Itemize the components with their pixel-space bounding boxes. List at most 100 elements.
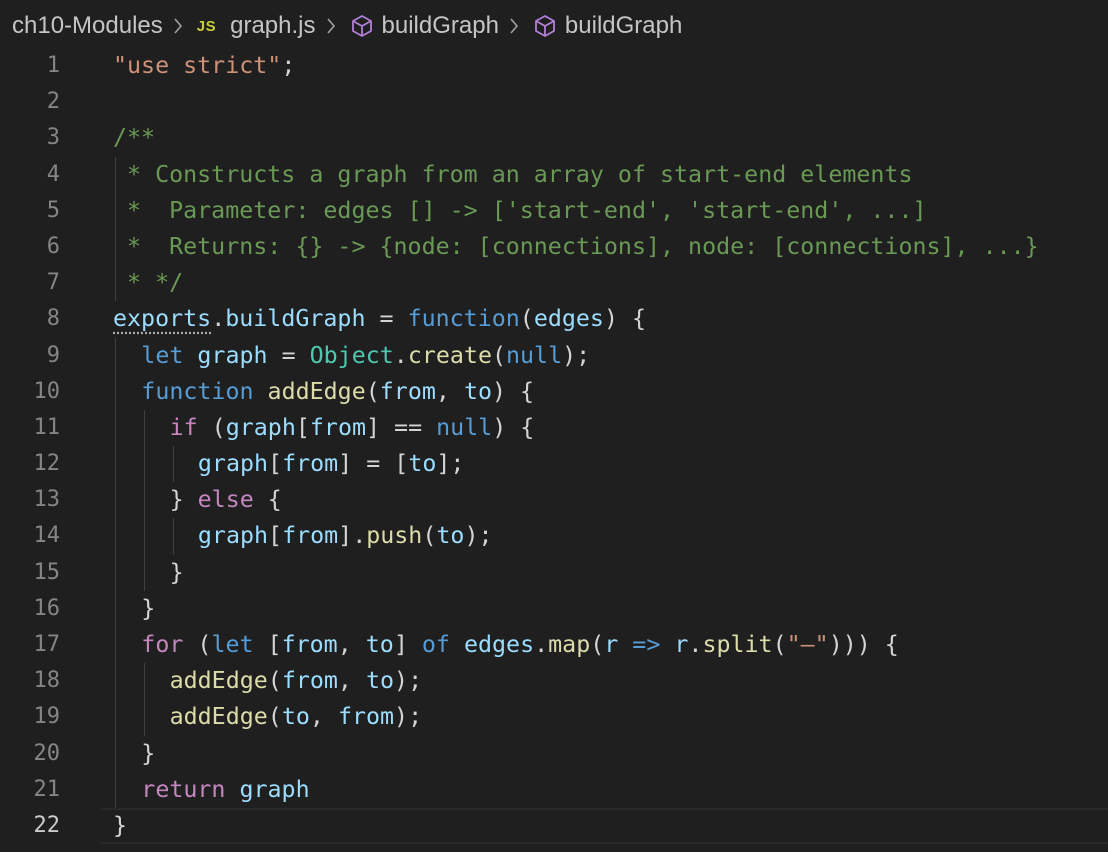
code-line[interactable]: 8 exports.buildGraph = function(edges) { <box>0 301 1108 337</box>
line-code: exports.buildGraph = function(edges) { <box>113 301 646 337</box>
line-number: 14 <box>33 523 61 549</box>
code-line[interactable]: 13} else { <box>0 482 1108 519</box>
code-line[interactable]: 7 * */ <box>0 265 1108 302</box>
code-token: . <box>534 631 549 658</box>
code-line[interactable]: 3 /** <box>0 120 1108 156</box>
code-editor[interactable]: 1 "use strict"; 2 3 /** 4 * Constructs a grap… <box>0 48 1108 852</box>
line-number: 10 <box>33 378 61 404</box>
code-token: map <box>548 631 591 658</box>
code-line[interactable]: 16} <box>0 590 1108 627</box>
indent-guide <box>115 627 116 664</box>
code-token: addEdge <box>169 667 268 695</box>
line-code: /** <box>113 120 155 156</box>
line-number: 6 <box>46 233 60 259</box>
code-line[interactable]: 11 if (graph[from] == null) { <box>0 409 1108 447</box>
code-line[interactable]: 14 graph[from].push(to); <box>0 518 1108 555</box>
indent-guide <box>144 518 145 555</box>
code-token: graph <box>239 775 310 803</box>
line-code: function addEdge(from, to) { <box>141 374 534 410</box>
code-line[interactable]: 22} <box>0 807 1108 845</box>
javascript-file-icon: JS <box>196 17 217 35</box>
indent-guide <box>144 663 145 700</box>
code-token: ] <box>393 631 422 658</box>
indent-guide <box>144 446 145 483</box>
indent-guide <box>144 554 145 591</box>
code-line[interactable]: 12 graph[from] = [to]; <box>0 446 1108 483</box>
code-line[interactable]: 19 addEdge(to, from); <box>0 699 1108 736</box>
code-token: * */ <box>113 269 184 297</box>
line-number: 11 <box>33 414 61 440</box>
code-token: to <box>408 450 437 478</box>
line-number: 1 <box>46 53 60 78</box>
line-code: * Parameter: edges [] -> ['start-end', '… <box>113 193 927 229</box>
code-token: addEdge <box>169 703 268 731</box>
indent-guide <box>115 735 116 772</box>
chevron-right-icon <box>510 18 518 34</box>
code-token: => <box>618 631 675 658</box>
code-token: , <box>337 667 366 695</box>
indent-guide <box>115 518 116 555</box>
indent-guide <box>115 590 116 627</box>
code-line[interactable]: 21 return graph <box>0 771 1108 808</box>
indent-guide <box>115 554 116 591</box>
code-token: function <box>407 305 520 333</box>
code-token: to <box>365 631 394 658</box>
code-token: from <box>282 522 339 550</box>
code-token: ( <box>491 341 506 369</box>
code-token: ( <box>590 631 605 658</box>
code-token: graph <box>197 522 269 550</box>
code-line[interactable]: 10 function addEdge(from, to) { <box>0 373 1108 410</box>
code-token: ]; <box>436 450 465 478</box>
code-line[interactable]: 20} <box>0 735 1108 772</box>
line-number: 7 <box>46 270 60 296</box>
code-token: [ <box>253 631 282 658</box>
code-token: } <box>113 811 128 839</box>
code-token: , <box>435 377 464 405</box>
indent-guide <box>115 409 116 447</box>
code-line[interactable]: 2 <box>0 84 1108 120</box>
breadcrumb-symbol-inner[interactable]: buildGraph <box>533 12 682 40</box>
code-token: } <box>141 739 156 767</box>
indent-guide <box>115 446 116 483</box>
code-token: [ <box>295 413 310 441</box>
line-code: graph[from].push(to); <box>198 518 493 554</box>
code-line[interactable]: 15} <box>0 554 1108 591</box>
breadcrumb: ch10-Modules JS graph.js buildGraph buil… <box>0 0 1108 52</box>
code-token: ) { <box>492 413 535 441</box>
code-token: function <box>141 377 254 405</box>
breadcrumb-folder[interactable]: ch10-Modules <box>12 12 163 40</box>
code-token: . <box>211 305 226 333</box>
code-token: let <box>141 341 184 369</box>
code-token: , <box>309 703 338 731</box>
code-token: to <box>365 667 395 695</box>
code-token: /** <box>113 124 156 152</box>
code-token: ( <box>519 305 534 333</box>
code-line[interactable]: 1 "use strict"; <box>0 48 1108 84</box>
code-token: else <box>197 486 254 514</box>
code-line[interactable]: 6 * Returns: {} -> {node: [connections],… <box>0 228 1108 266</box>
code-token: from <box>282 450 339 478</box>
breadcrumb-folder-label: ch10-Modules <box>12 12 163 39</box>
line-code: addEdge(from, to); <box>170 663 423 699</box>
code-token: . <box>688 631 703 658</box>
line-code: addEdge(to, from); <box>170 699 423 735</box>
code-line[interactable]: 9 let graph = Object.create(null); <box>0 337 1108 374</box>
code-line[interactable]: 17 for (let [from, to] of edges.map(r => … <box>0 627 1108 664</box>
code-line[interactable]: 5 * Parameter: edges [] -> ['start-end',… <box>0 192 1108 229</box>
code-token: create <box>407 341 492 369</box>
code-line[interactable]: 18 addEdge(from, to); <box>0 663 1108 700</box>
breadcrumb-file[interactable]: JS graph.js <box>197 12 316 40</box>
code-token: to <box>463 377 492 405</box>
breadcrumb-symbol-outer[interactable]: buildGraph <box>350 12 499 40</box>
indent-guide <box>173 446 174 483</box>
code-token: from <box>281 667 338 695</box>
line-number: 12 <box>33 451 61 477</box>
code-token: ( <box>365 377 380 405</box>
code-token: ; <box>281 52 296 79</box>
code-token: return <box>141 775 226 803</box>
code-token: * Returns: {} -> {node: [connections], n… <box>113 232 1039 260</box>
code-token: ) { <box>492 377 535 405</box>
line-number: 17 <box>33 632 61 657</box>
code-token: * Constructs a graph from an array of st… <box>113 160 913 188</box>
code-line[interactable]: 4 * Constructs a graph from an array of … <box>0 156 1108 193</box>
